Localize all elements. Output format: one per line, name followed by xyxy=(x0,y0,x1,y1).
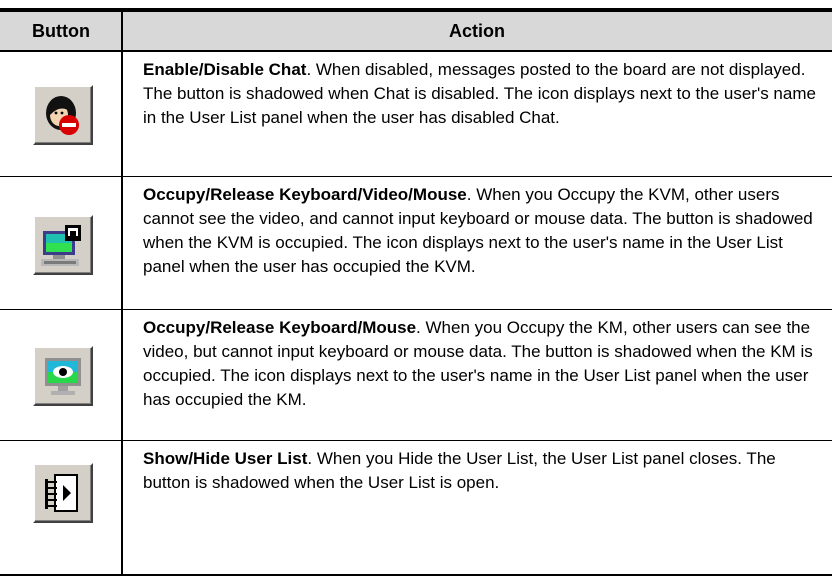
button-cell xyxy=(0,441,121,573)
action-title: Show/Hide User List xyxy=(143,449,308,468)
header-action: Action xyxy=(449,21,505,41)
action-cell: Show/Hide User List. When you Hide the U… xyxy=(143,447,823,495)
occupy-kvm-icon xyxy=(41,225,81,266)
chat-toggle-button[interactable] xyxy=(33,85,93,145)
table-row: Enable/Disable Chat. When disabled, mess… xyxy=(0,52,832,176)
user-list-button[interactable] xyxy=(33,463,93,523)
table-header-row: Button Action xyxy=(0,12,832,50)
table-row: Show/Hide User List. When you Hide the U… xyxy=(0,441,832,573)
disable-chat-icon xyxy=(46,96,79,135)
action-cell: Occupy/Release Keyboard/Video/Mouse. Whe… xyxy=(143,183,823,279)
occupy-kvm-button[interactable] xyxy=(33,215,93,275)
action-cell: Enable/Disable Chat. When disabled, mess… xyxy=(143,58,823,130)
table-row: Occupy/Release Keyboard/Mouse. When you … xyxy=(0,310,832,440)
occupy-km-icon xyxy=(45,358,81,395)
table-row: Occupy/Release Keyboard/Video/Mouse. Whe… xyxy=(0,177,832,309)
header-button: Button xyxy=(32,21,90,41)
action-title: Occupy/Release Keyboard/Mouse xyxy=(143,318,417,337)
action-title: Enable/Disable Chat xyxy=(143,60,307,79)
action-title: Occupy/Release Keyboard/Video/Mouse xyxy=(143,185,467,204)
button-cell xyxy=(0,52,121,176)
button-cell xyxy=(0,177,121,309)
action-cell: Occupy/Release Keyboard/Mouse. When you … xyxy=(143,316,823,412)
user-list-icon xyxy=(45,474,78,512)
occupy-km-button[interactable] xyxy=(33,346,93,406)
button-cell xyxy=(0,310,121,440)
table-bottom-rule xyxy=(0,574,832,576)
